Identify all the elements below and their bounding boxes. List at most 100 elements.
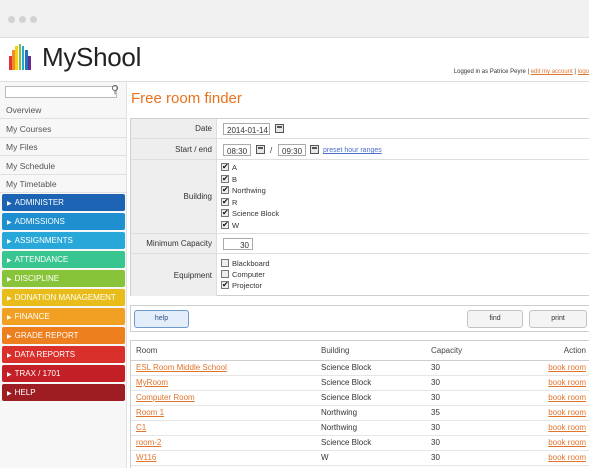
room-link[interactable]: room-2 [136, 438, 161, 447]
caret-right-icon: ▶ [7, 315, 12, 321]
capacity-cell: 30 [431, 453, 440, 462]
building-cell: Science Block [316, 360, 426, 376]
sidebar-section-attendance[interactable]: ▶ ATTENDANCE [2, 251, 125, 268]
sidebar-section-label: ATTENDANCE [14, 255, 69, 264]
action-cell: book room [506, 390, 589, 406]
sidebar-section-grade-report[interactable]: ▶ GRADE REPORT [2, 327, 125, 344]
clock-picker-icon[interactable] [256, 145, 265, 154]
sidebar-section-admissions[interactable]: ▶ ADMISSIONS [2, 213, 125, 230]
magnifier-icon[interactable]: ⚲ [111, 83, 119, 96]
start-end-label: Start / end [131, 139, 217, 159]
equipment-checkbox[interactable] [221, 259, 229, 267]
window-minimize-dot[interactable] [19, 16, 26, 23]
building-option-label: B [232, 174, 238, 184]
start-time-input[interactable]: 08:30 [223, 144, 251, 156]
building-option: ✔ W [221, 220, 240, 230]
sidebar-item-my-courses[interactable]: My Courses [0, 120, 127, 138]
table-row: MyRoom Science Block 30 book room [131, 375, 589, 391]
room-cell: C1 [131, 420, 316, 436]
window-close-dot[interactable] [8, 16, 15, 23]
book-room-link[interactable]: book room [548, 363, 586, 372]
sidebar-search-input[interactable] [5, 86, 117, 98]
calendar-icon[interactable] [275, 124, 284, 133]
room-link[interactable]: ESL Room Middle School [136, 363, 227, 372]
building-checkbox[interactable]: ✔ [221, 220, 229, 229]
sidebar-section-finance[interactable]: ▶ FINANCE [2, 308, 125, 325]
room-link[interactable]: W116 [136, 453, 156, 462]
room-cell: ESL Room Middle School [131, 360, 316, 376]
sidebar-section-administer[interactable]: ▶ ADMINISTER [2, 194, 125, 211]
equipment-checkbox[interactable]: ✔ [221, 281, 229, 289]
sidebar-item-my-timetable[interactable]: My Timetable [0, 175, 127, 193]
building-checkbox[interactable]: ✔ [221, 186, 229, 194]
preset-hour-ranges-link[interactable]: preset hour ranges [323, 147, 382, 154]
room-link[interactable]: C1 [136, 423, 146, 432]
sidebar-section-label: FINANCE [14, 312, 50, 321]
building-checkbox[interactable]: ✔ [221, 174, 229, 183]
table-row: Room 1 Northwing 35 book room [131, 405, 589, 421]
action-cell: book room [506, 360, 589, 376]
help-button[interactable]: help [134, 310, 189, 328]
print-button[interactable]: print [529, 310, 587, 328]
capacity-cell: 30 [426, 420, 506, 436]
logo-bar [12, 50, 15, 70]
equipment-option-label: Blackboard [232, 259, 270, 268]
sidebar-item-overview[interactable]: Overview [0, 101, 127, 119]
clock-picker-icon[interactable] [310, 145, 319, 154]
sidebar-section-assignments[interactable]: ▶ ASSIGNMENTS [2, 232, 125, 249]
building-cell: Science Block [316, 435, 426, 451]
sidebar-section-data-reports[interactable]: ▶ DATA REPORTS [2, 346, 125, 363]
sidebar-section-donation-management[interactable]: ▶ DONATION MANAGEMENT [2, 289, 125, 306]
book-room-link[interactable]: book room [548, 378, 586, 387]
building-checkbox[interactable]: ✔ [221, 197, 229, 206]
caret-right-icon: ▶ [7, 391, 12, 397]
book-room-link[interactable]: book room [548, 438, 586, 447]
building-checkbox[interactable]: ✔ [221, 163, 229, 171]
sidebar-section-label: DISCIPLINE [14, 274, 60, 283]
capacity-input[interactable]: 30 [223, 238, 253, 250]
edit-account-link[interactable]: edit my account [531, 69, 573, 75]
capacity-cell: 30 [426, 390, 506, 406]
book-room-link[interactable]: book room [548, 393, 586, 402]
sidebar-item-my-files[interactable]: My Files [0, 138, 127, 156]
room-link[interactable]: MyRoom [136, 378, 168, 387]
caret-right-icon: ▶ [7, 296, 12, 302]
building-option: ✔ R [221, 197, 237, 207]
sidebar-item-my-schedule[interactable]: My Schedule [0, 157, 127, 175]
building-option: ✔ A [221, 163, 237, 172]
page-title: Free room finder [131, 90, 242, 107]
building-row: Building ✔ A ✔ B ✔ Northwing ✔ R ✔ Science Block ✔… [131, 160, 589, 234]
action-cell: book room [506, 375, 589, 391]
room-link[interactable]: Computer Room [136, 393, 195, 402]
room-link[interactable]: Room 1 [136, 408, 164, 417]
building-option-label: W [232, 220, 240, 230]
book-room-link[interactable]: book room [548, 408, 586, 417]
sidebar-section-discipline[interactable]: ▶ DISCIPLINE [2, 270, 125, 287]
table-header-row: Room Building Capacity Action [131, 341, 589, 361]
app-logo-text: MyShool [42, 42, 142, 72]
sidebar-section-label: DONATION MANAGEMENT [14, 293, 116, 302]
sidebar-section-label: HELP [14, 388, 36, 397]
logout-link[interactable]: logo [578, 69, 589, 75]
capacity-cell: 30 [431, 438, 440, 447]
book-room-link[interactable]: book room [548, 423, 586, 432]
sidebar-section-help[interactable]: ▶ HELP [2, 384, 125, 401]
sidebar-section-trax-1701[interactable]: ▶ TRAX / 1701 [2, 365, 125, 382]
caret-right-icon: ▶ [7, 239, 12, 245]
building-cell: W [321, 453, 329, 462]
date-input[interactable]: 2014-01-14 [223, 123, 270, 135]
equipment-option-label: Computer [232, 270, 265, 279]
room-cell: room-2 [131, 435, 316, 451]
book-room-link[interactable]: book room [548, 453, 586, 462]
column-header-building: Building [316, 341, 426, 361]
caret-right-icon: ▶ [7, 220, 12, 226]
building-checkbox[interactable]: ✔ [221, 209, 229, 217]
end-time-input[interactable]: 09:30 [278, 144, 306, 156]
equipment-checkbox[interactable] [221, 270, 229, 278]
window-zoom-dot[interactable] [30, 16, 37, 23]
find-button[interactable]: find [467, 310, 523, 328]
equipment-option-label: Projector [232, 281, 263, 290]
building-cell: Northwing [321, 408, 358, 417]
login-info: Logged in as Patrice Peyre | edit my acc… [454, 69, 589, 75]
building-option-label: Northwing [232, 186, 266, 195]
